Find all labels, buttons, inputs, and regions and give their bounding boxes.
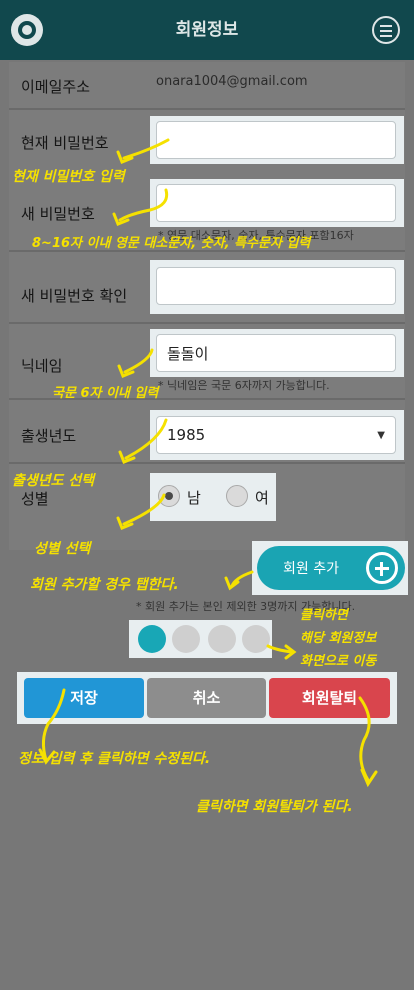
annotation-nickname: 국문 6자 이내 입력 (52, 386, 159, 401)
annotation-arrow (118, 188, 169, 222)
annotation-arrow (124, 418, 168, 460)
annotation-arrows (38, 138, 378, 788)
annotation-gender: 성별 선택 (34, 541, 91, 557)
annotation-arrow (358, 696, 371, 782)
annotation-new-password: 8~16자 이내 영문 대소문자, 숫자, 특수문자 입력 (32, 236, 311, 251)
annotation-birth-year: 출생년도 선택 (12, 473, 95, 489)
annotation-pagination-1: 클릭하면 (300, 608, 348, 623)
annotation-add-member: 회원 추가할 경우 탭한다. (30, 577, 179, 593)
annotation-arrow (122, 138, 170, 160)
annotation-current-password: 현재 비밀번호 입력 (12, 169, 125, 185)
annotation-save: 정보 입력 후 클릭하면 수정된다. (18, 751, 211, 767)
annotation-arrow (122, 493, 166, 526)
annotation-arrow (123, 348, 154, 374)
annotation-pagination-3: 화면으로 이동 (300, 654, 377, 669)
annotation-pagination-2: 해당 회원정보 (300, 631, 377, 646)
annotation-withdraw: 클릭하면 회원탈퇴가 된다. (196, 799, 353, 815)
